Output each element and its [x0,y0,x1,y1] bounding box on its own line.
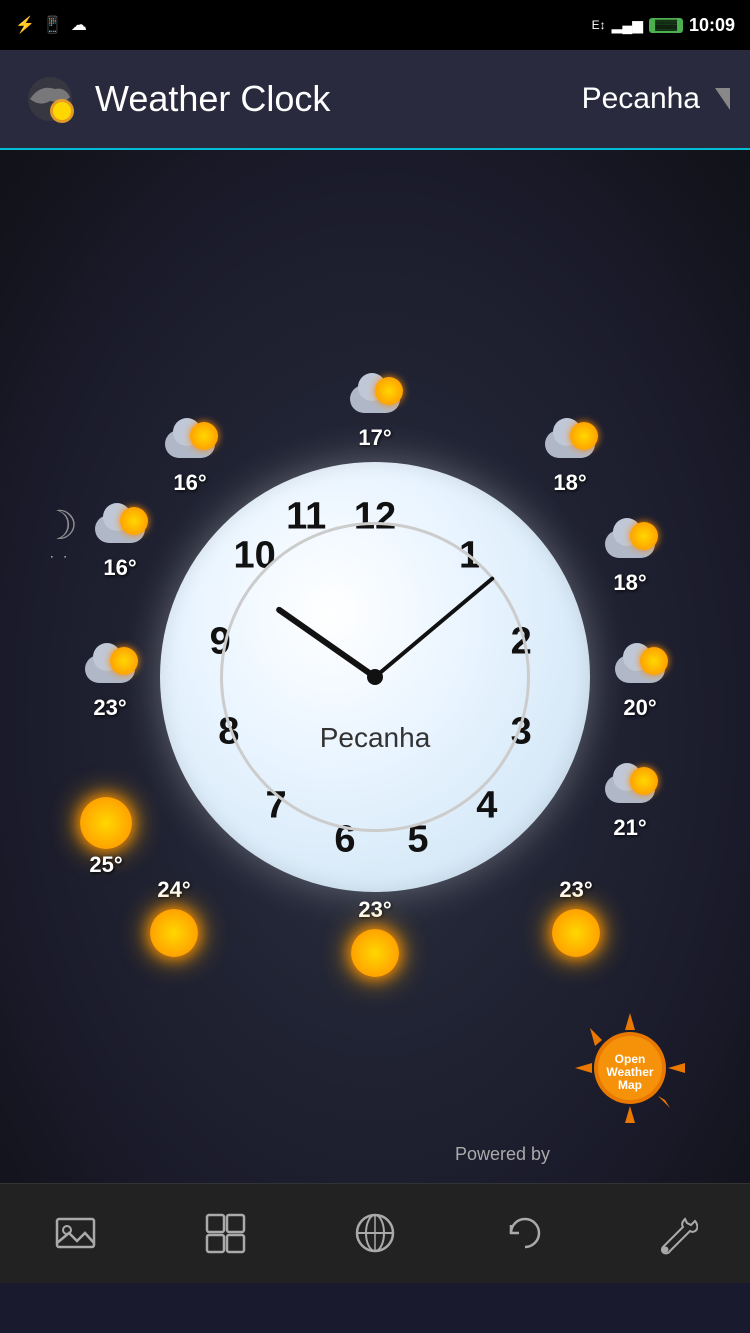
weather-item-top: 17° [345,377,405,451]
weather-item-right: 20° [610,647,670,721]
battery-icon: ▓▓▓ [649,18,683,33]
weather-icon-top-right [540,422,600,467]
app-logo [20,69,80,129]
sim-icon: 📱 [43,15,63,35]
status-left-icons: ⚡ 📱 ☁ [15,15,87,35]
weather-item-top-right: 18° [540,422,600,496]
weather-item-left-top: 16° [90,507,150,581]
weather-icon-top-left [160,422,220,467]
owm-sun-outer[interactable]: Open Weather Map [570,1008,690,1128]
weather-icon-right-top [600,522,660,567]
nav-item-wallpaper[interactable] [35,1204,115,1264]
weather-icon-bottom-right [552,909,600,957]
clock-face[interactable]: 12 1 2 3 4 5 6 7 8 9 10 11 Pecanha [160,462,590,892]
nav-item-widgets[interactable] [185,1204,265,1264]
status-bar: ⚡ 📱 ☁ E↕ ▂▄▆ ▓▓▓ 10:09 [0,0,750,50]
svg-text:Weather: Weather [606,1065,653,1079]
refresh-icon [503,1211,548,1256]
svg-text:Map: Map [618,1078,642,1092]
cloud-icon: ☁ [71,15,87,35]
weather-item-left-bottom: 25° [80,797,132,878]
wallpaper-icon [53,1211,98,1256]
weather-item-right-bottom: 21° [600,767,660,841]
weather-item-bottom-right: 23° [552,877,600,957]
stars: · · [50,549,70,563]
status-time: 10:09 [689,15,735,36]
clock-center-dot [367,669,383,685]
nav-item-settings[interactable] [635,1204,715,1264]
bottom-nav-bar [0,1183,750,1283]
main-content: ☽ · · 17° 16° 18° [0,150,750,1283]
globe-icon [353,1211,398,1256]
weather-icon-bottom-left [150,909,198,957]
signal-bars: ▂▄▆ [612,17,643,34]
nav-item-refresh[interactable] [485,1204,565,1264]
app-location: Pecanha [582,82,700,116]
app-bar: Weather Clock Pecanha [0,50,750,150]
usb-icon: ⚡ [15,15,35,35]
owm-sun-svg: Open Weather Map [570,1008,690,1128]
weather-icon-left-top [90,507,150,552]
weather-item-left: 23° [80,647,140,721]
moon-icon: ☽ [42,503,78,549]
svg-text:Open: Open [615,1052,646,1066]
app-title: Weather Clock [95,78,582,120]
wrench-icon [653,1211,698,1256]
weather-item-bottom-left: 24° [150,877,198,957]
widgets-icon [203,1211,248,1256]
weather-item-bottom: 23° [351,897,399,977]
app-logo-svg [20,69,80,129]
weather-icon-right-bottom [600,767,660,812]
dropdown-arrow-icon[interactable] [715,88,730,110]
clock-container: 17° 16° 18° 18° 20° [75,367,675,987]
weather-icon-bottom [351,929,399,977]
weather-item-right-top: 18° [600,522,660,596]
nav-item-globe[interactable] [335,1204,415,1264]
weather-icon-left [80,647,140,692]
powered-by-label: Powered by [455,1144,550,1165]
weather-icon-top [345,377,405,422]
data-icon: E↕ [592,18,606,32]
clock-city-label: Pecanha [320,722,431,754]
open-weather-map-button[interactable]: Open Weather Map [570,1008,690,1128]
status-right: E↕ ▂▄▆ ▓▓▓ 10:09 [592,15,735,36]
weather-icon-right [610,647,670,692]
weather-icon-left-bottom [80,797,132,849]
weather-item-top-left: 16° [160,422,220,496]
